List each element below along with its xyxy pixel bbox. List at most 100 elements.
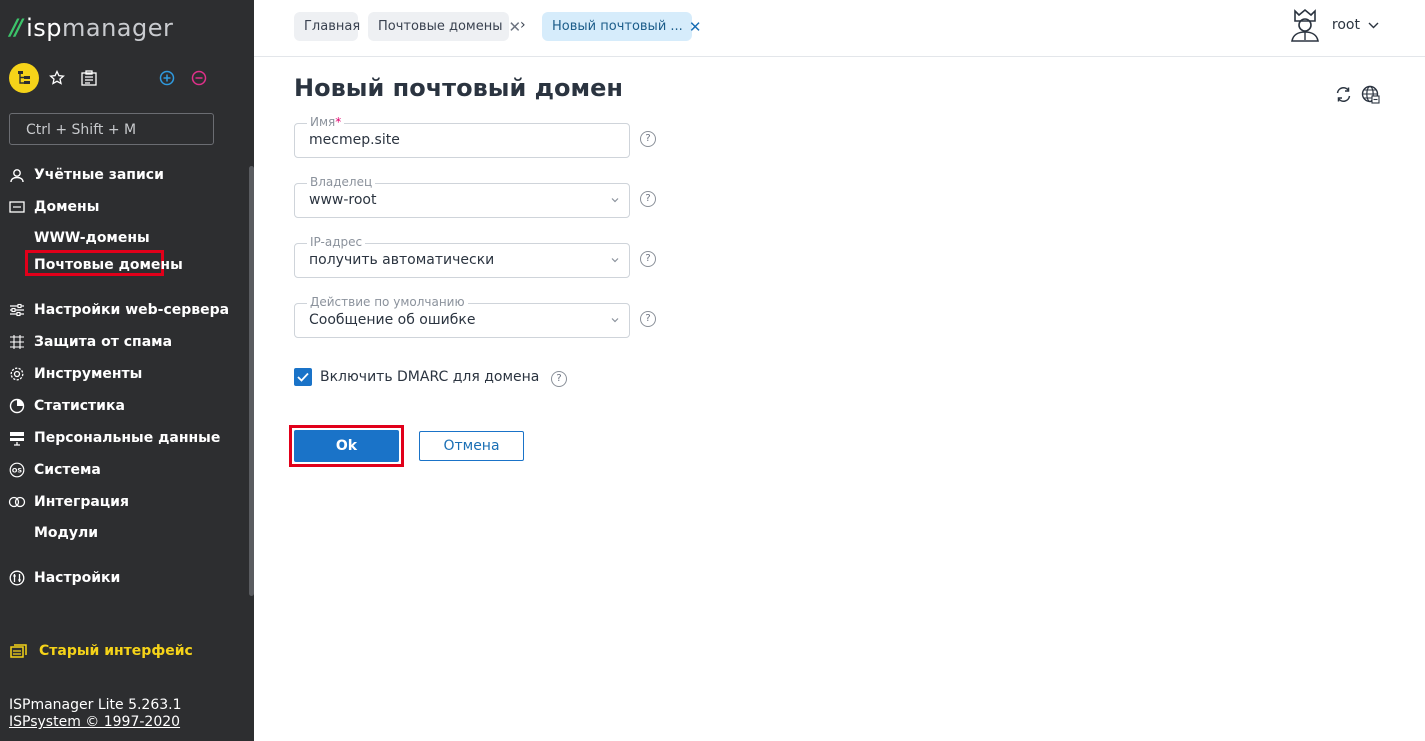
globe-icon[interactable] — [1361, 85, 1380, 104]
user-menu-avatar[interactable] — [9, 63, 39, 93]
breadcrumb-label: Новый почтовый ... — [552, 19, 683, 34]
default-action-value: Сообщение об ошибке — [309, 312, 476, 328]
tree-icon — [18, 71, 30, 84]
help-icon[interactable]: ? — [640, 191, 656, 207]
logo-text-bold: isp — [26, 14, 62, 42]
logo-text: ispmanager — [26, 14, 173, 42]
name-label-text: Имя — [310, 115, 336, 129]
old-interface-link[interactable]: Старый интерфейс — [10, 643, 193, 659]
sidebar-subitem-mail-domains[interactable]: Почтовые домены — [34, 257, 183, 273]
dmarc-label: Включить DMARC для домена — [320, 369, 540, 385]
sidebar-item-system[interactable]: OS Система — [8, 458, 101, 482]
sidebar-item-integration[interactable]: Интеграция — [8, 490, 129, 514]
sidebar-item-settings[interactable]: Настройки — [8, 566, 120, 590]
settings-icon — [8, 569, 26, 587]
breadcrumb-label: Главная — [304, 19, 361, 34]
old-interface-icon — [10, 643, 27, 659]
sidebar-item-domains[interactable]: Домены — [8, 195, 99, 219]
old-interface-label: Старый интерфейс — [39, 643, 193, 659]
integration-icon — [8, 493, 26, 511]
chevron-down-icon — [611, 318, 619, 323]
sidebar-item-personal-data[interactable]: Персональные данные — [8, 426, 220, 450]
sidebar-item-spam-protection[interactable]: Защита от спама — [8, 330, 172, 354]
collapse-all-icon[interactable] — [189, 68, 209, 88]
favorites-star-icon[interactable] — [47, 68, 67, 88]
sidebar-subitem-modules[interactable]: Модули — [34, 525, 98, 541]
breadcrumb-label: Почтовые домены — [378, 19, 503, 34]
name-field-value: mecmep.site — [309, 132, 400, 148]
sidebar-item-label: Статистика — [34, 398, 125, 414]
sidebar-subitem-www-domains[interactable]: WWW-домены — [34, 230, 150, 246]
quick-toolbar — [9, 63, 219, 93]
owner-select[interactable]: Владелец www-root — [294, 175, 630, 218]
ip-address-value: получить автоматически — [309, 252, 495, 268]
sidebar-item-label: Инструменты — [34, 366, 143, 382]
dmarc-checkbox-row[interactable]: Включить DMARC для домена — [294, 368, 539, 386]
sidebar-item-label: Настройки — [34, 570, 121, 586]
user-avatar-icon — [1288, 8, 1322, 42]
sidebar-item-tools[interactable]: Инструменты — [8, 362, 142, 386]
sidebar-item-label: Интеграция — [34, 494, 129, 510]
svg-text:OS: OS — [12, 467, 23, 475]
personal-data-icon — [8, 429, 26, 447]
sidebar-item-statistics[interactable]: Статистика — [8, 394, 125, 418]
user-name: root — [1331, 17, 1360, 33]
spam-filter-icon — [8, 333, 26, 351]
os-icon: OS — [8, 461, 26, 479]
sidebar-item-label: Настройки web-сервера — [34, 302, 230, 318]
sidebar-item-label: Персональные данные — [34, 430, 221, 446]
form-actions-toolbar — [1334, 85, 1380, 104]
chevron-down-icon — [611, 258, 619, 263]
user-menu[interactable]: root — [1288, 8, 1379, 42]
close-tab-icon[interactable]: ✕ — [689, 18, 702, 36]
clipboard-icon[interactable] — [79, 68, 99, 88]
sliders-icon — [8, 301, 26, 319]
sidebar-footer: ISPmanager Lite 5.263.1 ISPsystem © 1997… — [9, 697, 182, 731]
gear-icon — [8, 365, 26, 383]
sidebar-item-label: Домены — [34, 199, 100, 215]
owner-value: www-root — [309, 192, 377, 208]
breadcrumb-separator-icon: › — [520, 17, 526, 33]
checkmark-icon — [297, 372, 309, 382]
cancel-button[interactable]: Отмена — [419, 431, 524, 461]
dmarc-checkbox[interactable] — [294, 368, 312, 386]
name-field[interactable]: Имя* mecmep.site — [294, 115, 630, 158]
sidebar-scrollbar[interactable] — [249, 166, 254, 596]
default-action-select[interactable]: Действие по умолчанию Сообщение об ошибк… — [294, 295, 630, 338]
breadcrumb-new-mail-domain[interactable]: Новый почтовый ... ✕ — [542, 12, 701, 41]
sidebar-item-label: Учётные записи — [34, 167, 164, 183]
ok-button[interactable]: Ok — [294, 430, 399, 462]
breadcrumb-home[interactable]: Главная — [294, 12, 361, 41]
sidebar-item-label: Система — [34, 462, 101, 478]
ip-address-label: IP-адрес — [307, 235, 366, 249]
default-action-label: Действие по умолчанию — [307, 295, 468, 309]
help-icon[interactable]: ? — [640, 131, 656, 147]
chevron-down-icon — [611, 198, 619, 203]
sidebar-item-accounts[interactable]: Учётные записи — [8, 163, 164, 187]
top-header: Главная Почтовые домены ✕ › Новый почтов… — [254, 0, 1425, 57]
menu-search-input[interactable]: Ctrl + Shift + M — [9, 113, 214, 145]
required-mark: * — [335, 115, 342, 129]
chevron-down-icon — [1368, 22, 1379, 29]
logo-text-light: manager — [61, 14, 174, 42]
domains-icon — [8, 198, 26, 216]
page-title: Новый почтовый домен — [294, 74, 623, 102]
logo-mark: // — [10, 15, 23, 41]
sidebar: // ispmanager Ctrl + Shift + M Учётные з… — [0, 0, 254, 741]
help-icon[interactable]: ? — [640, 311, 656, 327]
help-icon[interactable]: ? — [640, 251, 656, 267]
owner-label: Владелец — [307, 175, 376, 189]
users-icon — [8, 166, 26, 184]
name-field-label: Имя* — [307, 115, 345, 129]
copyright-link[interactable]: ISPsystem © 1997-2020 — [9, 714, 182, 731]
sidebar-item-webserver-settings[interactable]: Настройки web-сервера — [8, 298, 229, 322]
logo[interactable]: // ispmanager — [10, 14, 173, 42]
refresh-icon[interactable] — [1334, 85, 1353, 104]
help-icon[interactable]: ? — [551, 371, 567, 387]
breadcrumb-mail-domains[interactable]: Почтовые домены ✕ — [368, 12, 521, 41]
sidebar-item-label: Защита от спама — [34, 334, 173, 350]
pie-chart-icon — [8, 397, 26, 415]
ip-address-select[interactable]: IP-адрес получить автоматически — [294, 235, 630, 278]
expand-all-icon[interactable] — [157, 68, 177, 88]
version-text: ISPmanager Lite 5.263.1 — [9, 697, 182, 713]
